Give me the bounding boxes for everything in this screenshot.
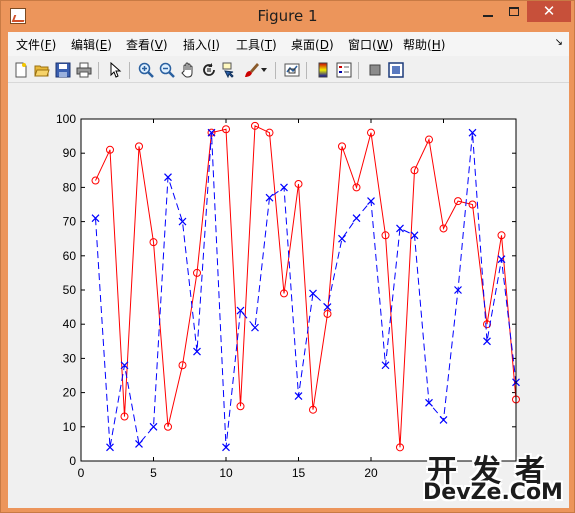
y-tick-label: 10: [63, 420, 77, 434]
x-tick-label: 15: [292, 466, 306, 480]
x-tick-label: 10: [219, 466, 233, 480]
x-tick-label: 20: [364, 466, 378, 480]
y-tick-label: 30: [63, 351, 77, 365]
y-tick-label: 60: [63, 249, 77, 263]
watermark-en: DevZe.CoM: [423, 480, 563, 505]
y-tick-label: 90: [63, 146, 77, 160]
figure-window: Figure 1 ✕ 文件(F) 编辑(E) 查看(V) 插入(I) 工具(T)…: [0, 0, 575, 513]
y-tick-label: 50: [63, 283, 77, 297]
watermark-logo: 开发者 DevZe.CoM: [418, 446, 568, 508]
line-plot[interactable]: 0 10 20 30 40 50 60 70 80 90 100 0 5 10 15 20: [1, 1, 575, 513]
y-tick-label: 20: [63, 386, 77, 400]
y-tick-label: 0: [69, 454, 76, 468]
x-tick-label: 0: [78, 466, 85, 480]
y-tick-label: 80: [63, 180, 77, 194]
y-tick-label: 100: [56, 112, 76, 126]
plot-background: [81, 119, 516, 461]
figure-canvas[interactable]: 0 10 20 30 40 50 60 70 80 90 100 0 5 10 15 20: [8, 84, 569, 508]
y-tick-label: 40: [63, 317, 77, 331]
y-tick-label: 70: [63, 215, 77, 229]
x-tick-label: 5: [150, 466, 157, 480]
client-area: 文件(F) 编辑(E) 查看(V) 插入(I) 工具(T) 桌面(D) 窗口(W…: [8, 32, 569, 508]
